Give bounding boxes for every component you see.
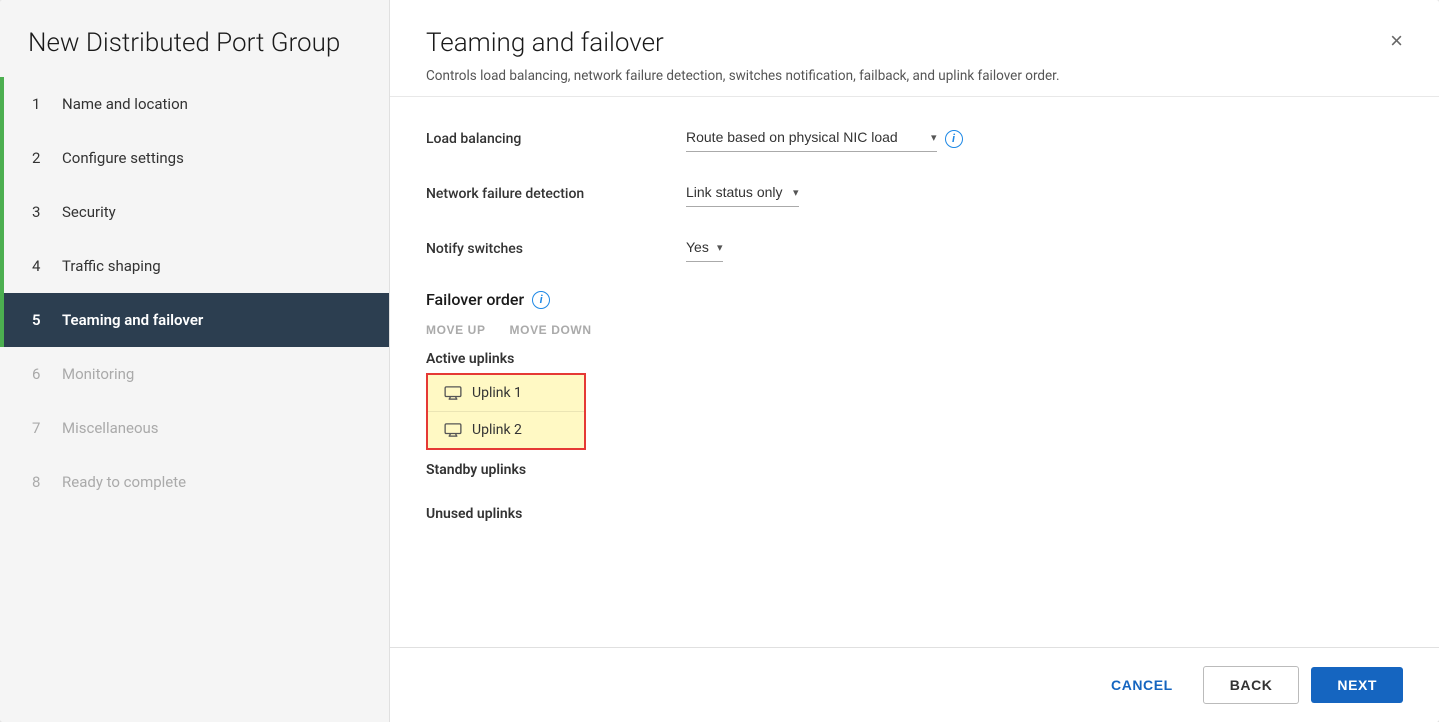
sidebar-item-label-4: Traffic shaping — [62, 257, 161, 275]
uplink-2-monitor-icon — [444, 423, 462, 437]
network-failure-detection-control: Link status only Beacon probing ▾ — [686, 180, 799, 207]
sidebar-item-label-3: Security — [62, 203, 116, 221]
sidebar-item-number-8: 8 — [32, 473, 48, 491]
uplink-item-1[interactable]: Uplink 1 — [428, 375, 584, 412]
uplink-item-2[interactable]: Uplink 2 — [428, 412, 584, 448]
active-uplinks-list: Uplink 1 Uplink 2 — [426, 373, 586, 450]
sidebar-item-2[interactable]: 2 Configure settings — [0, 131, 389, 185]
sidebar-items: 1 Name and location 2 Configure settings 3 Se… — [0, 77, 389, 722]
sidebar-item-1[interactable]: 1 Name and location — [0, 77, 389, 131]
sidebar-item-label-8: Ready to complete — [62, 473, 186, 491]
sidebar-item-number-3: 3 — [32, 203, 48, 221]
notify-switches-chevron-icon: ▾ — [717, 241, 723, 254]
sidebar-item-4[interactable]: 4 Traffic shaping — [0, 239, 389, 293]
load-balancing-info-icon[interactable]: i — [945, 130, 963, 148]
sidebar-item-3[interactable]: 3 Security — [0, 185, 389, 239]
sidebar-item-5[interactable]: 5 Teaming and failover — [0, 293, 389, 347]
standby-uplinks-label: Standby uplinks — [426, 462, 1403, 478]
sidebar-item-number-5: 5 — [32, 311, 48, 329]
notify-switches-select[interactable]: Yes No — [686, 235, 711, 259]
failover-order-actions: MOVE UP MOVE DOWN — [426, 323, 1403, 337]
load-balancing-label: Load balancing — [426, 131, 686, 147]
sidebar-item-label-7: Miscellaneous — [62, 419, 159, 437]
move-up-button[interactable]: MOVE UP — [426, 323, 486, 337]
unused-uplinks-label: Unused uplinks — [426, 506, 1403, 522]
sidebar-item-6: 6 Monitoring — [0, 347, 389, 401]
main-subtitle: Controls load balancing, network failure… — [426, 66, 1286, 86]
sidebar-item-number-6: 6 — [32, 365, 48, 383]
uplink-1-monitor-icon — [444, 386, 462, 400]
sidebar-item-number-7: 7 — [32, 419, 48, 437]
sidebar: New Distributed Port Group 1 Name and loc… — [0, 0, 390, 722]
move-down-button[interactable]: MOVE DOWN — [510, 323, 592, 337]
sidebar-item-number-4: 4 — [32, 257, 48, 275]
load-balancing-chevron-icon: ▾ — [931, 131, 937, 144]
main-title-section: Teaming and failover Controls load balan… — [426, 28, 1372, 86]
failover-order-title-text: Failover order — [426, 290, 524, 309]
load-balancing-select[interactable]: Route based on physical NIC load Route b… — [686, 125, 925, 149]
network-failure-detection-select-wrapper[interactable]: Link status only Beacon probing ▾ — [686, 180, 799, 207]
failover-order-section: Failover order i MOVE UP MOVE DOWN Activ… — [426, 290, 1403, 522]
load-balancing-row: Load balancing Route based on physical N… — [426, 125, 1403, 152]
failover-order-title: Failover order i — [426, 290, 1403, 309]
main-header: Teaming and failover Controls load balan… — [390, 0, 1439, 97]
main-footer: CANCEL BACK NEXT — [390, 647, 1439, 722]
cancel-button[interactable]: CANCEL — [1093, 667, 1191, 703]
dialog: New Distributed Port Group 1 Name and loc… — [0, 0, 1439, 722]
notify-switches-select-wrapper[interactable]: Yes No ▾ — [686, 235, 723, 262]
main-title: Teaming and failover — [426, 28, 1372, 58]
sidebar-item-7: 7 Miscellaneous — [0, 401, 389, 455]
sidebar-item-number-2: 2 — [32, 149, 48, 167]
main-content: Load balancing Route based on physical N… — [390, 97, 1439, 647]
main-panel: Teaming and failover Controls load balan… — [390, 0, 1439, 722]
network-failure-detection-select[interactable]: Link status only Beacon probing — [686, 180, 787, 204]
back-button[interactable]: BACK — [1203, 666, 1300, 704]
active-uplinks-label: Active uplinks — [426, 351, 1403, 367]
uplink-1-label: Uplink 1 — [472, 385, 522, 401]
notify-switches-control: Yes No ▾ — [686, 235, 723, 262]
sidebar-item-label-6: Monitoring — [62, 365, 134, 383]
notify-switches-row: Notify switches Yes No ▾ — [426, 235, 1403, 262]
close-button[interactable]: × — [1372, 30, 1403, 52]
sidebar-item-label-5: Teaming and failover — [62, 311, 203, 329]
network-failure-detection-row: Network failure detection Link status on… — [426, 180, 1403, 207]
next-button[interactable]: NEXT — [1311, 667, 1403, 703]
network-failure-detection-label: Network failure detection — [426, 186, 686, 202]
network-failure-chevron-icon: ▾ — [793, 186, 799, 199]
sidebar-item-label-1: Name and location — [62, 95, 188, 113]
sidebar-title: New Distributed Port Group — [0, 0, 389, 77]
uplink-2-label: Uplink 2 — [472, 422, 522, 438]
notify-switches-label: Notify switches — [426, 241, 686, 257]
sidebar-item-number-1: 1 — [32, 95, 48, 113]
failover-order-info-icon[interactable]: i — [532, 291, 550, 309]
load-balancing-control: Route based on physical NIC load Route b… — [686, 125, 963, 152]
load-balancing-select-wrapper[interactable]: Route based on physical NIC load Route b… — [686, 125, 937, 152]
sidebar-item-8: 8 Ready to complete — [0, 455, 389, 509]
sidebar-item-label-2: Configure settings — [62, 149, 184, 167]
